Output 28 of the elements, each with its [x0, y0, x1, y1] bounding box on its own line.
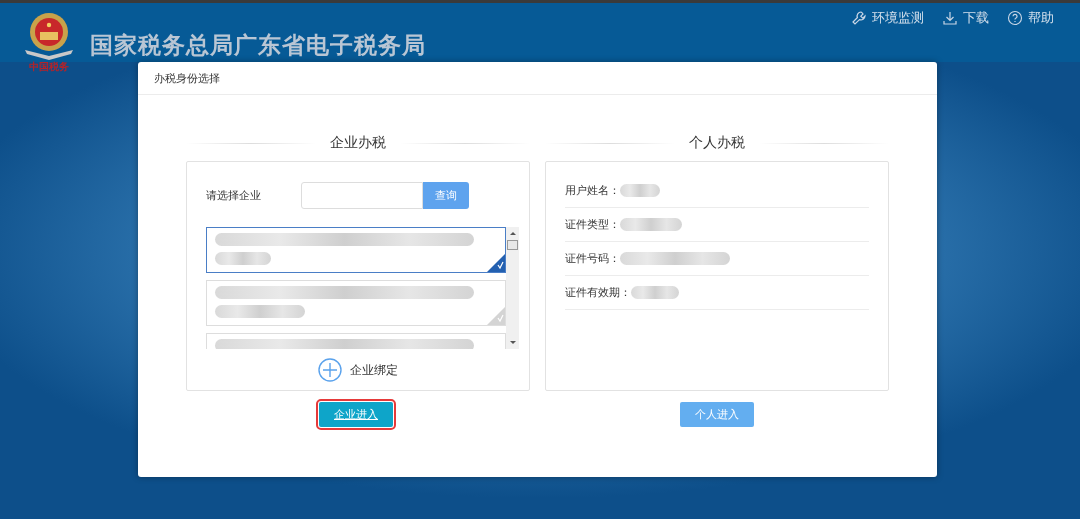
site-title: 国家税务总局广东省电子税务局 — [90, 31, 426, 60]
section-heading: 企业办税 — [330, 134, 386, 152]
wrench-icon — [851, 10, 867, 26]
nav-link[interactable]: 帮助 — [1007, 9, 1054, 27]
check-corner-icon — [487, 254, 505, 272]
field-label: 用户姓名： — [565, 183, 620, 198]
search-field[interactable] — [301, 182, 423, 209]
search-label: 请选择企业 — [206, 188, 262, 203]
redacted-text — [620, 184, 660, 197]
redacted-text — [215, 252, 272, 265]
section-heading: 个人办税 — [689, 134, 745, 152]
nav-link[interactable]: 下载 — [942, 9, 989, 27]
help-icon — [1007, 10, 1023, 26]
nav-link[interactable]: 环境监测 — [851, 9, 924, 27]
download-icon — [942, 10, 958, 26]
field-label: 证件类型： — [565, 217, 620, 232]
field-label: 证件号码： — [565, 251, 620, 266]
scrollbar[interactable] — [506, 227, 519, 349]
field-label: 证件有效期： — [565, 285, 631, 300]
logo-caption: 中国税务 — [29, 60, 69, 74]
enter-button[interactable]: 企业进入 — [319, 402, 393, 427]
plus-icon — [318, 358, 342, 382]
dialog-title: 办税身份选择 — [138, 62, 937, 95]
bind-company-link[interactable]: 企业绑定 — [187, 358, 529, 382]
redacted-text — [620, 218, 682, 231]
redacted-text — [631, 286, 679, 299]
check-corner-icon — [487, 307, 505, 325]
company-item[interactable] — [206, 227, 506, 273]
